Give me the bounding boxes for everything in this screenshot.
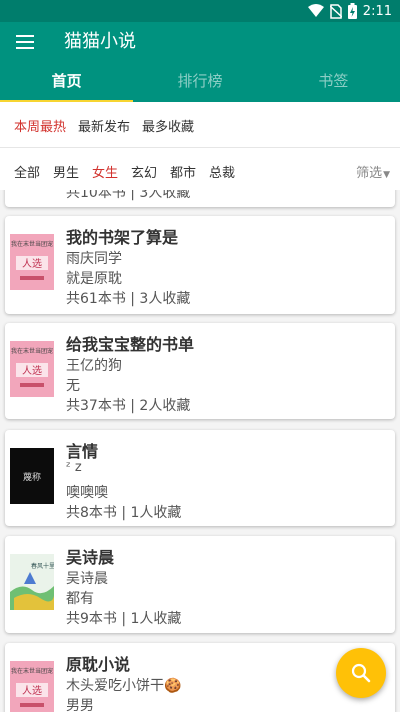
booklist-stats: 共10本书 | 3人收藏 [66, 190, 191, 201]
cover-text: 人选 [22, 364, 42, 377]
booklist-stats: 共37本书 | 2人收藏 [66, 398, 191, 414]
book-cover-image: 春风十里 [10, 554, 54, 610]
cover-text: 人选 [22, 684, 42, 697]
category-bar: 全部 男生 女生 玄幻 都市 总裁 筛选▼ [0, 148, 400, 190]
booklist-author: ᶻ z [66, 460, 82, 475]
booklist-author: 王亿的狗 [66, 358, 122, 374]
booklist-author: 吴诗晨 [66, 571, 108, 587]
search-button[interactable] [336, 648, 386, 698]
category-urban[interactable]: 都市 [170, 162, 196, 181]
booklist-author: 木头爱吃小饼干🍪 [66, 678, 182, 694]
no-sim-icon [329, 3, 342, 19]
booklist-list: 共10本书 | 3人收藏 我在末世当团宠 人选 我的书架了算是 雨庆同学 就是原… [0, 190, 400, 712]
status-bar: 2:11 [0, 0, 400, 22]
category-fantasy[interactable]: 玄幻 [131, 162, 157, 181]
battery-charging-icon [347, 3, 357, 19]
booklist-stats: 共61本书 | 3人收藏 [66, 291, 191, 307]
category-female[interactable]: 女生 [92, 162, 118, 181]
status-time: 2:11 [362, 3, 392, 19]
filter-button[interactable]: 筛选▼ [356, 162, 390, 181]
menu-icon[interactable] [14, 32, 36, 52]
cover-text: 我在末世当团宠 [11, 240, 53, 248]
booklist-description: 都有 [66, 591, 94, 607]
tab-bookmarks[interactable]: 书签 [267, 62, 400, 102]
tab-ranking[interactable]: 排行榜 [133, 62, 266, 102]
category-ceo[interactable]: 总裁 [209, 162, 235, 181]
wifi-icon [307, 4, 324, 17]
list-item[interactable]: 共10本书 | 3人收藏 [5, 190, 395, 207]
filter-label: 筛选 [356, 166, 383, 181]
list-item[interactable]: 我在末世当团宠 人选 给我宝宝整的书单 王亿的狗 无 共37本书 | 2人收藏 [5, 323, 395, 419]
sort-most-collected[interactable]: 最多收藏 [142, 116, 194, 135]
booklist-description: 噢噢噢 [66, 485, 108, 501]
status-icons: 2:11 [307, 2, 392, 20]
dropdown-arrow-icon: ▼ [383, 170, 390, 180]
book-cover-image: 我在末世当团宠 人选 [10, 661, 54, 712]
category-all[interactable]: 全部 [14, 162, 40, 181]
cover-text: 我在末世当团宠 [11, 667, 53, 675]
tab-home[interactable]: 首页 [0, 62, 134, 103]
booklist-title: 我的书架了算是 [66, 228, 179, 247]
booklist-title: 原耽小说 [66, 655, 131, 674]
cover-text: 我在末世当团宠 [11, 347, 53, 355]
app-bar: 猫猫小说 [0, 22, 400, 62]
sort-bar: 本周最热 最新发布 最多收藏 [0, 102, 400, 148]
booklist-title: 吴诗晨 [66, 548, 115, 567]
book-cover-image: 蔑称 [10, 448, 54, 504]
sort-hot-this-week[interactable]: 本周最热 [14, 116, 66, 135]
list-item[interactable]: 蔑称 言情 ᶻ z 噢噢噢 共8本书 | 1人收藏 [5, 430, 395, 526]
sort-latest[interactable]: 最新发布 [78, 116, 130, 135]
app-title: 猫猫小说 [64, 31, 136, 52]
booklist-title: 言情 [66, 442, 99, 461]
cover-text: 蔑称 [23, 471, 41, 483]
booklist-stats: 共9本书 | 1人收藏 [66, 611, 182, 627]
main-tabs: 首页 排行榜 书签 [0, 62, 400, 103]
book-cover-image: 我在末世当团宠 人选 [10, 341, 54, 397]
list-item[interactable]: 春风十里 吴诗晨 吴诗晨 都有 共9本书 | 1人收藏 [5, 536, 395, 633]
booklist-description: 无 [66, 378, 80, 394]
search-icon [351, 663, 371, 683]
booklist-author: 雨庆同学 [66, 251, 122, 267]
booklist-description: 男男 [66, 698, 94, 712]
booklist-title: 给我宝宝整的书单 [66, 335, 195, 354]
cover-text: 人选 [22, 257, 42, 270]
category-male[interactable]: 男生 [53, 162, 79, 181]
cover-text: 春风十里 [31, 562, 54, 570]
booklist-description: 就是原耽 [66, 271, 122, 287]
list-item[interactable]: 我在末世当团宠 人选 我的书架了算是 雨庆同学 就是原耽 共61本书 | 3人收… [5, 216, 395, 314]
book-cover-image: 我在末世当团宠 人选 [10, 234, 54, 290]
booklist-stats: 共8本书 | 1人收藏 [66, 505, 182, 521]
